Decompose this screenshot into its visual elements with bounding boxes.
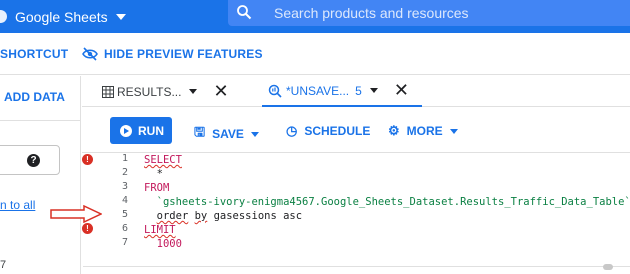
horizontal-scrollbar[interactable] — [83, 264, 630, 274]
sql-editor[interactable]: ! ! ! 1 2 3 4 5 6 7 SELECT * FROM `gshee… — [82, 153, 630, 265]
chevron-down-icon — [449, 128, 458, 134]
query-icon — [268, 84, 282, 98]
eye-off-icon — [82, 47, 98, 61]
explorer-panel: ADD DATA ? n to all 7 — [0, 76, 81, 274]
show-all-link[interactable]: n to all — [0, 198, 35, 212]
code-line: LIMIT — [144, 223, 176, 237]
clock-icon: ◷ — [286, 123, 298, 138]
explorer-search-input[interactable]: ? — [0, 145, 60, 175]
search-icon — [237, 5, 252, 20]
add-data-button[interactable]: ADD DATA — [4, 90, 65, 104]
tab-label: *UNSAVE... — [286, 83, 350, 98]
search-bar[interactable]: Search products and resources — [228, 0, 630, 26]
query-actions-bar: RUN 🖫 SAVE ◷ SCHEDULE ⚙ MORE — [82, 108, 630, 153]
app-title: Google Sheets — [15, 8, 108, 25]
line-number: 5 — [121, 209, 128, 220]
code-number: 1000 — [144, 238, 182, 250]
product-switcher[interactable]: Google Sheets — [0, 0, 126, 33]
line-number: 3 — [121, 181, 128, 192]
code-line: SELECT — [144, 153, 182, 167]
line-number: 6 — [121, 223, 128, 234]
code-text: gasessions asc — [213, 210, 303, 222]
secondary-toolbar: SHORTCUT HIDE PREVIEW FEATURES — [0, 33, 630, 75]
shortcut-button[interactable]: SHORTCUT — [0, 47, 68, 61]
chevron-down-icon — [115, 13, 126, 20]
code-text: * — [144, 168, 163, 180]
run-button[interactable]: RUN — [110, 117, 172, 144]
sql-keyword: by — [194, 210, 208, 222]
chevron-down-icon[interactable] — [369, 88, 378, 93]
line-number: 7 — [121, 237, 128, 248]
partial-text: 7 — [0, 259, 7, 271]
editor-tabs: RESULTS... ✕ *UNSAVE... 5 ✕ — [82, 76, 630, 107]
code-line: FROM — [144, 181, 169, 195]
more-label: MORE — [406, 124, 443, 138]
panel-divider — [0, 120, 81, 121]
run-label: RUN — [138, 123, 164, 138]
play-icon — [120, 124, 132, 137]
top-app-bar: Google Sheets Search products and resour… — [0, 0, 630, 33]
annotation-arrow-icon — [50, 205, 102, 223]
tab-count: 5 — [355, 83, 362, 98]
line-number: 4 — [121, 195, 128, 206]
search-placeholder: Search products and resources — [274, 5, 469, 21]
sql-keyword: FROM — [144, 182, 170, 194]
product-logo-icon — [0, 10, 7, 23]
line-number: 2 — [121, 167, 128, 178]
sql-keyword: SELECT — [144, 154, 182, 166]
code-line: order by gasessions asc — [144, 209, 302, 223]
chevron-down-icon — [250, 131, 259, 137]
close-icon[interactable]: ✕ — [213, 81, 228, 102]
scrollbar-thumb[interactable] — [603, 264, 613, 270]
hide-preview-features-button[interactable]: HIDE PREVIEW FEATURES — [104, 47, 263, 61]
line-number: 1 — [121, 153, 128, 164]
error-icon[interactable]: ! — [82, 223, 93, 234]
table-reference: `gsheets-ivory-enigma4567.Google_Sheets_… — [144, 196, 630, 208]
chevron-down-icon[interactable] — [189, 89, 198, 94]
code-line: 1000 — [144, 237, 182, 251]
schedule-button[interactable]: ◷ SCHEDULE — [286, 123, 370, 139]
help-icon[interactable]: ? — [27, 154, 40, 167]
tab-label: RESULTS... — [117, 84, 182, 99]
save-icon: 🖫 — [194, 124, 206, 139]
sql-keyword: order — [156, 210, 189, 222]
close-icon[interactable]: ✕ — [394, 80, 409, 101]
code-line: `gsheets-ivory-enigma4567.Google_Sheets_… — [144, 195, 630, 209]
tab-unsaved-query[interactable]: *UNSAVE... 5 ✕ — [262, 76, 422, 107]
sql-keyword: LIMIT — [144, 224, 176, 236]
schedule-label: SCHEDULE — [304, 124, 371, 138]
code-line: * — [144, 167, 163, 181]
table-icon — [102, 85, 114, 98]
save-button[interactable]: 🖫 SAVE — [194, 123, 259, 145]
save-label: SAVE — [212, 127, 244, 141]
gear-icon: ⚙ — [388, 123, 400, 138]
error-icon[interactable]: ! — [82, 154, 93, 165]
tab-results[interactable]: RESULTS... ✕ — [102, 76, 229, 107]
more-button[interactable]: ⚙ MORE — [388, 123, 458, 139]
